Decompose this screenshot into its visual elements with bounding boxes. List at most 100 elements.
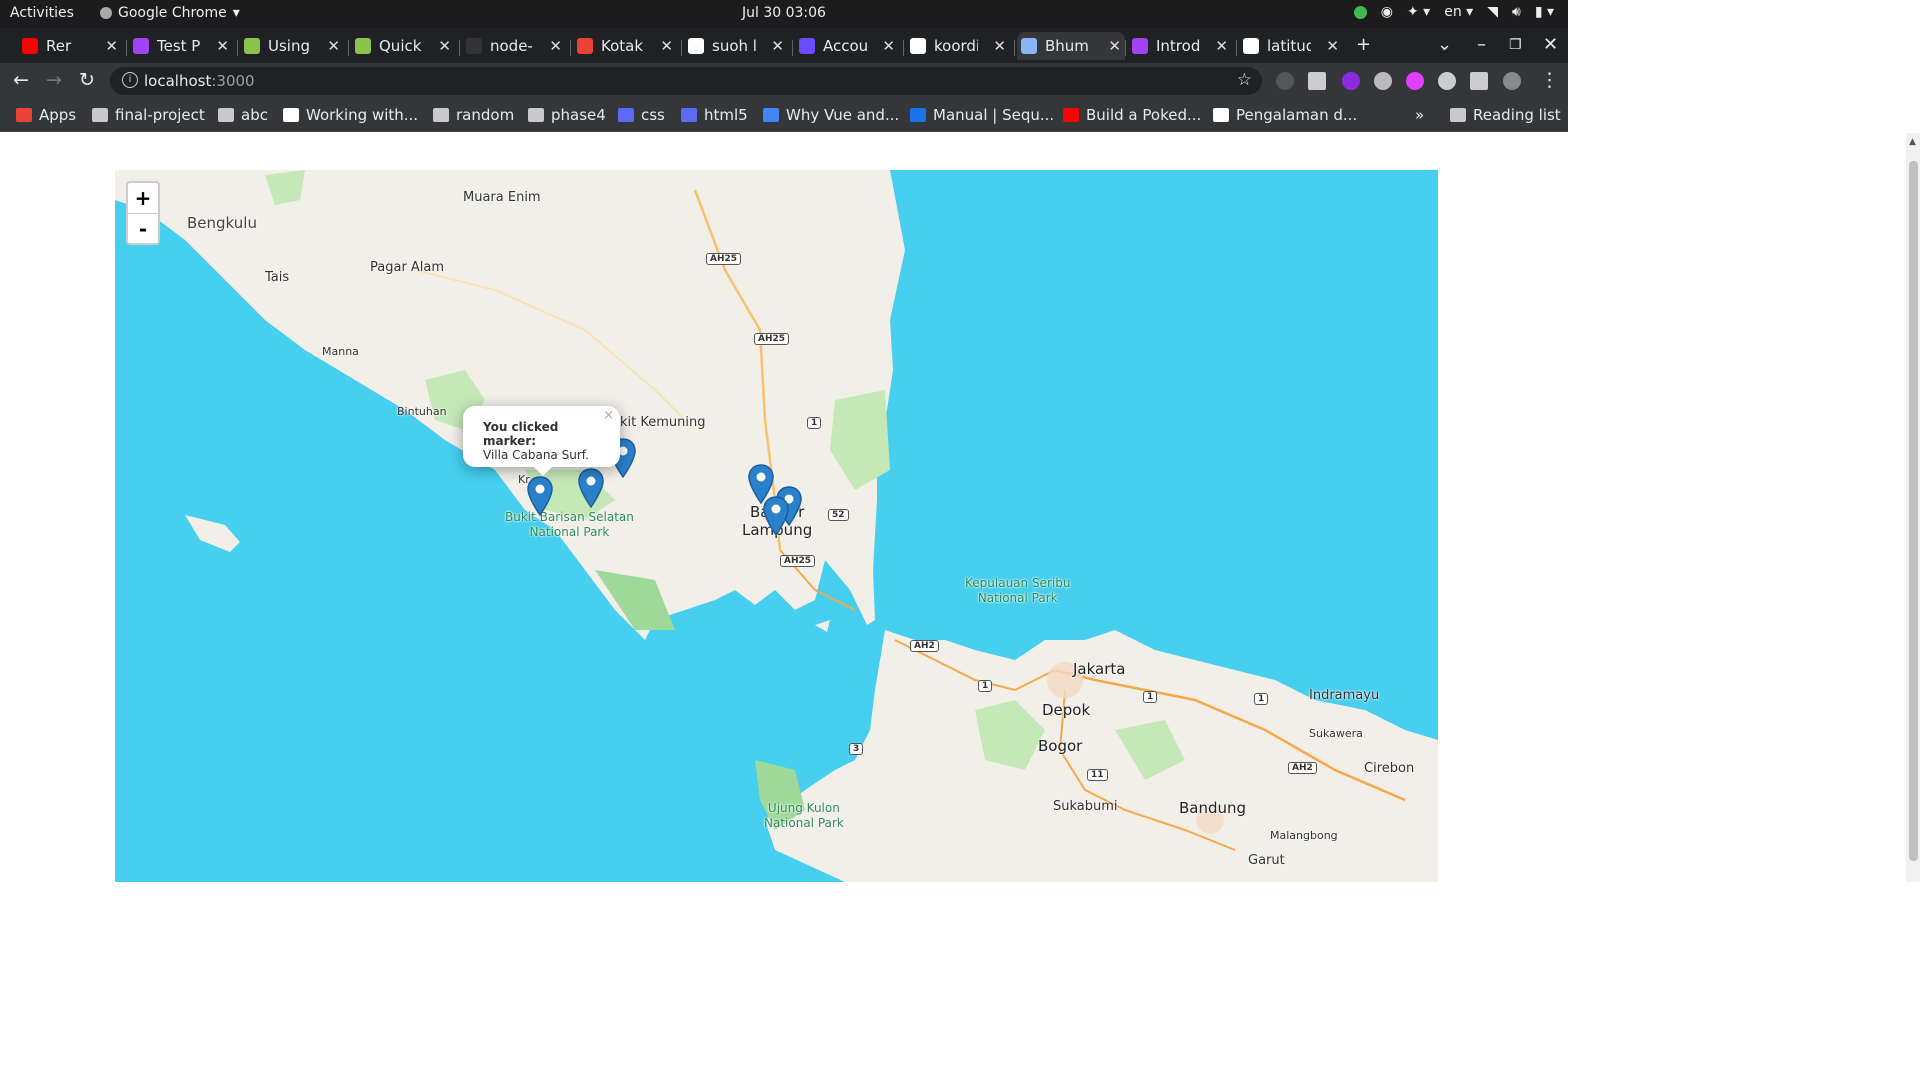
more-bookmarks-icon[interactable]: » [1415,106,1424,124]
tab-4[interactable]: node-l ✕ [462,32,566,60]
place-label: Pagar Alam [370,260,445,275]
reading-list-button[interactable]: Reading list [1450,106,1561,124]
tab-label: Quick S [379,37,423,55]
bookmark-item[interactable]: Pengalaman d... [1213,106,1357,124]
tab-2[interactable]: Using (✕ [240,32,344,60]
bookmark-item[interactable]: Apps [16,106,76,124]
tab-0[interactable]: Rer ✕ [18,32,122,60]
bookmark-icon [92,108,108,122]
place-label: Manna [322,345,359,358]
activities-button[interactable]: Activities [10,5,74,21]
bookmark-label: Pengalaman d... [1236,106,1358,124]
bookmark-item[interactable]: Manual | Sequ... [910,106,1054,124]
tab-close-icon[interactable]: ✕ [993,37,1006,55]
zoom-in-button[interactable]: + [128,183,158,213]
bookmark-item[interactable]: random [433,106,514,124]
reading-list-icon [1450,108,1466,122]
map-container[interactable]: + - Muara Enim Bengkulu Tais Pagar Alam … [115,170,1438,882]
tab-7[interactable]: Accour ✕ [795,32,899,60]
reload-icon[interactable]: ↻ [79,69,95,91]
tab-close-icon[interactable]: ✕ [327,37,340,55]
vue-devtools-icon[interactable] [1308,72,1326,90]
tab-close-icon[interactable]: ✕ [216,37,229,55]
tab-close-icon[interactable]: ✕ [1215,37,1228,55]
bookmark-item[interactable]: Why Vue and... [763,106,899,124]
tab-label: Test Pr [157,37,201,55]
tab-favicon-icon [244,38,260,54]
minimize-icon[interactable]: – [1477,34,1486,55]
system-tray[interactable]: ◉ ✦ ▾ en ▾ ◥ 🔊︎ ▮ ▾ [1353,4,1554,20]
app-menu[interactable]: Google Chrome ▾ [100,5,240,21]
extensions-puzzle-icon[interactable] [1438,72,1456,90]
bookmark-item[interactable]: abc [218,106,268,124]
tab-strip: Rer✕Test Pr✕Using (✕Quick S✕node-l✕Kotak… [0,28,1568,63]
bookmark-item[interactable]: html5 [681,106,748,124]
bookmark-item[interactable]: Build a Poked... [1063,106,1201,124]
tab-3[interactable]: Quick S ✕ [351,32,455,60]
tab-separator [570,40,571,56]
profile-avatar[interactable] [1503,72,1521,90]
scrollbar-thumb[interactable] [1909,161,1918,861]
address-bar[interactable]: i localhost:3000 ☆ [110,67,1262,95]
language-indicator[interactable]: en ▾ [1444,4,1473,20]
new-tab-icon[interactable]: + [1356,34,1371,55]
bookmark-icon [433,108,449,122]
road-shield: 11 [1087,769,1108,781]
popup-close-button[interactable]: × [603,408,614,423]
restore-icon[interactable]: ❐ [1509,37,1522,53]
tab-favicon-icon [1021,38,1037,54]
scroll-up-icon[interactable]: ▲ [1909,137,1916,147]
tab-close-icon[interactable]: ✕ [660,37,673,55]
map-marker-icon[interactable] [763,496,789,537]
tab-close-icon[interactable]: ✕ [438,37,451,55]
bookmark-item[interactable]: Working with... [283,106,418,124]
clock[interactable]: Jul 30 03:06 [742,5,826,21]
map-marker-icon[interactable] [527,476,553,517]
app-name: Google Chrome [118,5,227,21]
zoom-out-button[interactable]: - [128,213,158,243]
close-window-icon[interactable]: ✕ [1543,34,1558,55]
browser-toolbar: ← → ↻ i localhost:3000 ☆ ⋮ [0,63,1568,99]
bookmark-item[interactable]: css [618,106,665,124]
tab-5[interactable]: Kotak ✕ [573,32,677,60]
tab-10[interactable]: Introd ✕ [1128,32,1232,60]
tab-close-icon[interactable]: ✕ [1108,37,1121,55]
tab-6[interactable]: suoh la ✕ [684,32,788,60]
tab-favicon-icon [910,38,926,54]
extension-badge-icon[interactable] [1342,72,1360,90]
road-shield: 3 [849,743,864,755]
extension-icon[interactable] [1276,72,1294,90]
back-icon[interactable]: ← [13,69,29,91]
tab-8[interactable]: koordi ✕ [906,32,1010,60]
color-extension-icon[interactable] [1406,72,1424,90]
tab-separator [1125,40,1126,56]
bookmark-label: phase4 [551,106,606,124]
tab-close-icon[interactable]: ✕ [1326,37,1339,55]
map-marker-icon[interactable] [578,468,604,509]
tab-favicon-icon [466,38,482,54]
tab-1[interactable]: Test Pr ✕ [129,32,233,60]
tab-close-icon[interactable]: ✕ [105,37,118,55]
road-shield: 1 [807,417,822,429]
react-devtools-icon[interactable] [1374,72,1392,90]
info-icon[interactable]: i [122,72,138,88]
tab-separator [1014,40,1015,56]
media-control-icon[interactable] [1470,72,1488,90]
tab-search-icon[interactable]: ⌄ [1437,34,1452,55]
tab-9[interactable]: Bhumi ✕ [1017,32,1125,60]
url-text[interactable]: localhost:3000 [144,72,255,90]
chrome-icon [100,7,112,19]
popup-title: You clicked marker: [483,420,559,448]
tab-close-icon[interactable]: ✕ [771,37,784,55]
tab-separator [459,40,460,56]
tab-close-icon[interactable]: ✕ [549,37,562,55]
bookmark-label: css [641,106,665,124]
page-scrollbar[interactable]: ▲ [1906,133,1920,882]
forward-icon[interactable]: → [46,69,62,91]
bookmark-star-icon[interactable]: ☆ [1237,70,1252,90]
bookmark-item[interactable]: final-project [92,106,205,124]
tab-close-icon[interactable]: ✕ [882,37,895,55]
menu-kebab-icon[interactable]: ⋮ [1540,69,1559,91]
tab-11[interactable]: latitud ✕ [1239,32,1343,60]
bookmark-item[interactable]: phase4 [528,106,606,124]
